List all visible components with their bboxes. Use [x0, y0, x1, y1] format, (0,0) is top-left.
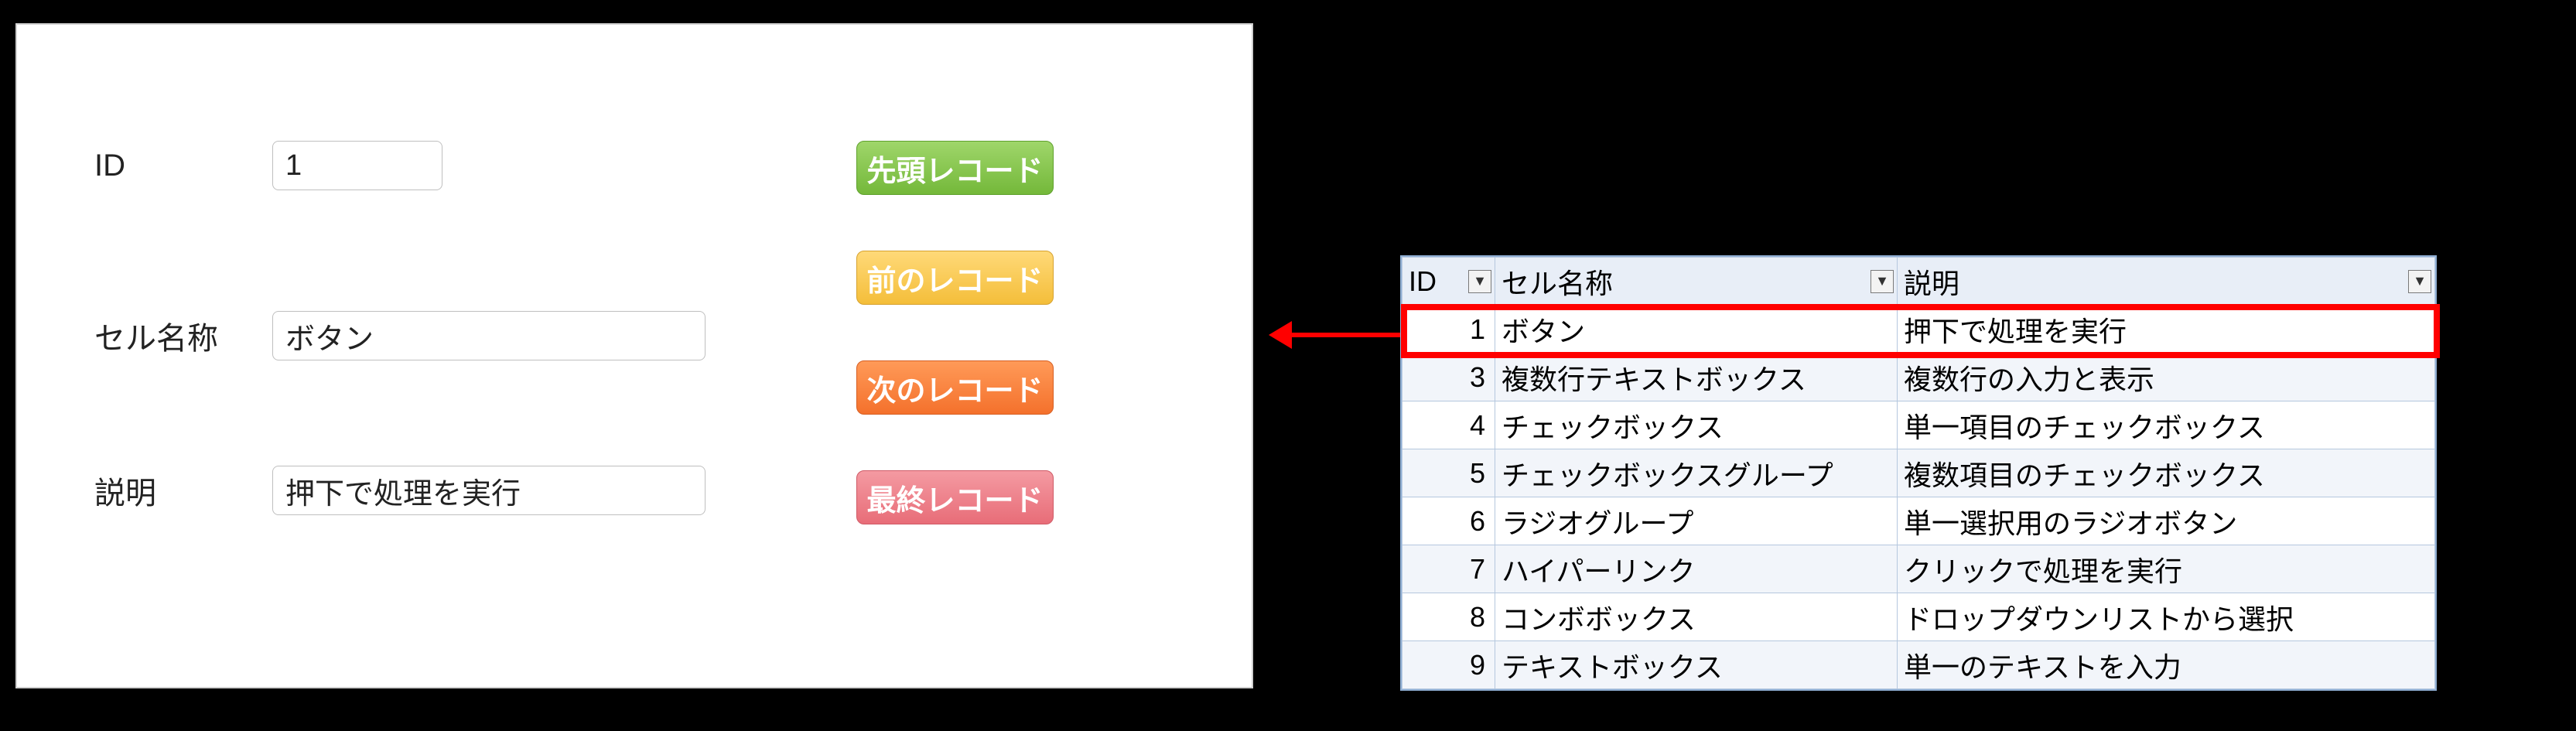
prev-record-button[interactable]: 前のレコード	[856, 251, 1054, 305]
record-form-panel: ID セル名称 説明 先頭レコード 前のレコード 次のレコード 最終レコード	[15, 23, 1253, 688]
grid-row[interactable]: 3複数行テキストボックス複数行の入力と表示	[1402, 354, 2435, 401]
grid-cell-id[interactable]: 5	[1402, 449, 1495, 497]
grid-cell-id[interactable]: 4	[1402, 401, 1495, 449]
grid-cell-desc[interactable]: 単一のテキストを入力	[1898, 641, 2435, 689]
grid-header-id[interactable]: ID ▼	[1402, 258, 1495, 306]
input-cell-name[interactable]	[272, 311, 705, 360]
grid-cell-name[interactable]: ボタン	[1495, 306, 1898, 354]
grid-row[interactable]: 1ボタン押下で処理を実行	[1402, 306, 2435, 354]
data-grid-table: ID ▼ セル名称 ▼ 説明 ▼ 1ボタン押下で処理を実行3複数行テキストボック…	[1402, 257, 2435, 689]
chevron-down-icon: ▼	[1875, 273, 1889, 289]
filter-handle-id[interactable]: ▼	[1468, 270, 1491, 293]
grid-cell-name[interactable]: テキストボックス	[1495, 641, 1898, 689]
grid-row[interactable]: 9テキストボックス単一のテキストを入力	[1402, 641, 2435, 689]
input-description[interactable]	[272, 466, 705, 515]
data-grid-panel: ID ▼ セル名称 ▼ 説明 ▼ 1ボタン押下で処理を実行3複数行テキストボック…	[1400, 255, 2437, 691]
grid-cell-desc[interactable]: 複数項目のチェックボックス	[1898, 449, 2435, 497]
grid-cell-id[interactable]: 9	[1402, 641, 1495, 689]
arrow-line-icon	[1292, 333, 1404, 337]
input-id[interactable]	[272, 141, 442, 190]
grid-cell-desc[interactable]: クリックで処理を実行	[1898, 545, 2435, 593]
binding-arrow	[1269, 321, 1404, 349]
grid-header-name-label: セル名称	[1502, 268, 1613, 299]
record-nav-column: 先頭レコード 前のレコード 次のレコード 最終レコード	[856, 141, 1054, 524]
form-row-id: ID	[94, 141, 442, 190]
grid-cell-desc[interactable]: 押下で処理を実行	[1898, 306, 2435, 354]
grid-cell-name[interactable]: コンボボックス	[1495, 593, 1898, 641]
filter-handle-name[interactable]: ▼	[1871, 270, 1894, 293]
grid-header-desc[interactable]: 説明 ▼	[1898, 258, 2435, 306]
grid-cell-name[interactable]: ハイパーリンク	[1495, 545, 1898, 593]
grid-header-name[interactable]: セル名称 ▼	[1495, 258, 1898, 306]
last-record-button[interactable]: 最終レコード	[856, 470, 1054, 524]
grid-cell-desc[interactable]: ドロップダウンリストから選択	[1898, 593, 2435, 641]
grid-row[interactable]: 8コンボボックスドロップダウンリストから選択	[1402, 593, 2435, 641]
grid-cell-id[interactable]: 8	[1402, 593, 1495, 641]
grid-cell-desc[interactable]: 単一選択用のラジオボタン	[1898, 497, 2435, 545]
next-record-button[interactable]: 次のレコード	[856, 360, 1054, 415]
grid-header-id-label: ID	[1409, 265, 1437, 297]
grid-cell-name[interactable]: ラジオグループ	[1495, 497, 1898, 545]
arrow-head-icon	[1269, 321, 1292, 349]
form-row-name: セル名称	[94, 311, 705, 360]
label-cell-name: セル名称	[94, 313, 272, 358]
grid-cell-name[interactable]: 複数行テキストボックス	[1495, 354, 1898, 401]
grid-row[interactable]: 4チェックボックス単一項目のチェックボックス	[1402, 401, 2435, 449]
grid-cell-desc[interactable]: 複数行の入力と表示	[1898, 354, 2435, 401]
label-id: ID	[94, 149, 272, 183]
grid-header-row: ID ▼ セル名称 ▼ 説明 ▼	[1402, 258, 2435, 306]
filter-handle-desc[interactable]: ▼	[2408, 270, 2431, 293]
chevron-down-icon: ▼	[1473, 273, 1487, 289]
grid-cell-id[interactable]: 7	[1402, 545, 1495, 593]
grid-cell-id[interactable]: 1	[1402, 306, 1495, 354]
grid-cell-name[interactable]: チェックボックスグループ	[1495, 449, 1898, 497]
grid-cell-desc[interactable]: 単一項目のチェックボックス	[1898, 401, 2435, 449]
grid-cell-name[interactable]: チェックボックス	[1495, 401, 1898, 449]
chevron-down-icon: ▼	[2413, 273, 2427, 289]
label-description: 説明	[94, 468, 272, 513]
grid-header-desc-label: 説明	[1904, 268, 1959, 299]
grid-cell-id[interactable]: 6	[1402, 497, 1495, 545]
grid-cell-id[interactable]: 3	[1402, 354, 1495, 401]
grid-row[interactable]: 6ラジオグループ単一選択用のラジオボタン	[1402, 497, 2435, 545]
first-record-button[interactable]: 先頭レコード	[856, 141, 1054, 195]
grid-row[interactable]: 7ハイパーリンククリックで処理を実行	[1402, 545, 2435, 593]
form-row-desc: 説明	[94, 466, 705, 515]
grid-row[interactable]: 5チェックボックスグループ複数項目のチェックボックス	[1402, 449, 2435, 497]
